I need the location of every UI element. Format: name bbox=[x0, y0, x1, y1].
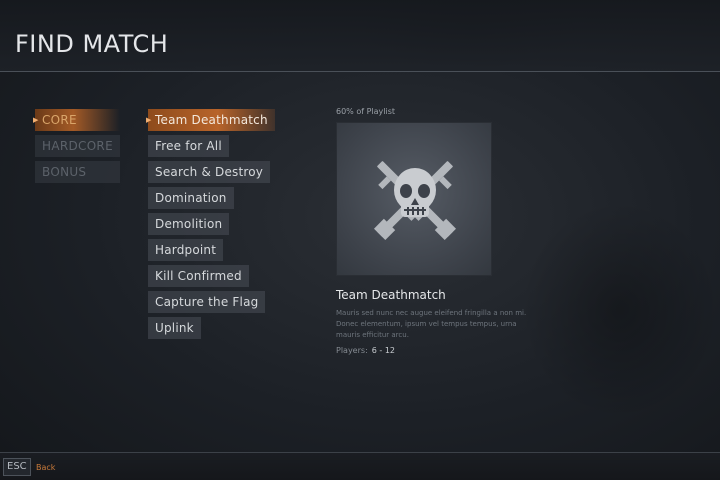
mode-demolition[interactable]: Demolition bbox=[148, 213, 230, 235]
players-value: 6 - 12 bbox=[371, 346, 396, 355]
mode-hardpoint[interactable]: Hardpoint bbox=[148, 239, 224, 261]
selected-caret-icon: ▶ bbox=[146, 116, 152, 124]
skull-crossed-rifles-icon bbox=[373, 161, 457, 241]
mode-domination[interactable]: Domination bbox=[148, 187, 234, 209]
category-list: ▶ CORE HARDCORE BONUS bbox=[33, 109, 120, 187]
category-core[interactable]: ▶ CORE bbox=[33, 109, 120, 131]
mode-list: ▶ Team Deathmatch Free for All Search & … bbox=[146, 109, 275, 343]
mode-label: Free for All bbox=[155, 139, 222, 153]
mode-label: Capture the Flag bbox=[155, 295, 259, 309]
selected-mode-description: Mauris sed nunc nec augue eleifend fring… bbox=[336, 309, 527, 339]
category-label: BONUS bbox=[42, 165, 87, 179]
playlist-share: 60% of Playlist bbox=[336, 107, 396, 116]
mode-label: Hardpoint bbox=[155, 243, 217, 257]
header-bar: FIND MATCH bbox=[0, 0, 720, 72]
mode-label: Search & Destroy bbox=[155, 165, 264, 179]
footer-bar: ESC Back bbox=[0, 452, 720, 480]
mode-uplink[interactable]: Uplink bbox=[148, 317, 201, 339]
page-title: FIND MATCH bbox=[15, 30, 169, 58]
players-label: Players: bbox=[336, 346, 368, 355]
players-count: Players: 6 - 12 bbox=[336, 346, 395, 355]
mode-emblem bbox=[336, 122, 492, 276]
mode-free-for-all[interactable]: Free for All bbox=[148, 135, 229, 157]
selected-caret-icon: ▶ bbox=[33, 116, 39, 124]
category-label: HARDCORE bbox=[42, 139, 113, 153]
mode-team-deathmatch[interactable]: ▶ Team Deathmatch bbox=[146, 109, 275, 131]
mode-kill-confirmed[interactable]: Kill Confirmed bbox=[148, 265, 249, 287]
mode-label: Domination bbox=[155, 191, 227, 205]
mode-label: Demolition bbox=[155, 217, 223, 231]
esc-key-button[interactable]: ESC bbox=[3, 458, 31, 476]
mode-label: Uplink bbox=[155, 321, 194, 335]
mode-capture-the-flag[interactable]: Capture the Flag bbox=[148, 291, 266, 313]
background-shadow bbox=[520, 200, 720, 420]
mode-label: Team Deathmatch bbox=[155, 113, 268, 127]
mode-search-destroy[interactable]: Search & Destroy bbox=[148, 161, 271, 183]
category-hardcore[interactable]: HARDCORE bbox=[35, 135, 120, 157]
mode-label: Kill Confirmed bbox=[155, 269, 242, 283]
back-label[interactable]: Back bbox=[36, 463, 55, 472]
category-label: CORE bbox=[42, 113, 77, 127]
category-bonus[interactable]: BONUS bbox=[35, 161, 120, 183]
selected-mode-name: Team Deathmatch bbox=[336, 288, 446, 302]
